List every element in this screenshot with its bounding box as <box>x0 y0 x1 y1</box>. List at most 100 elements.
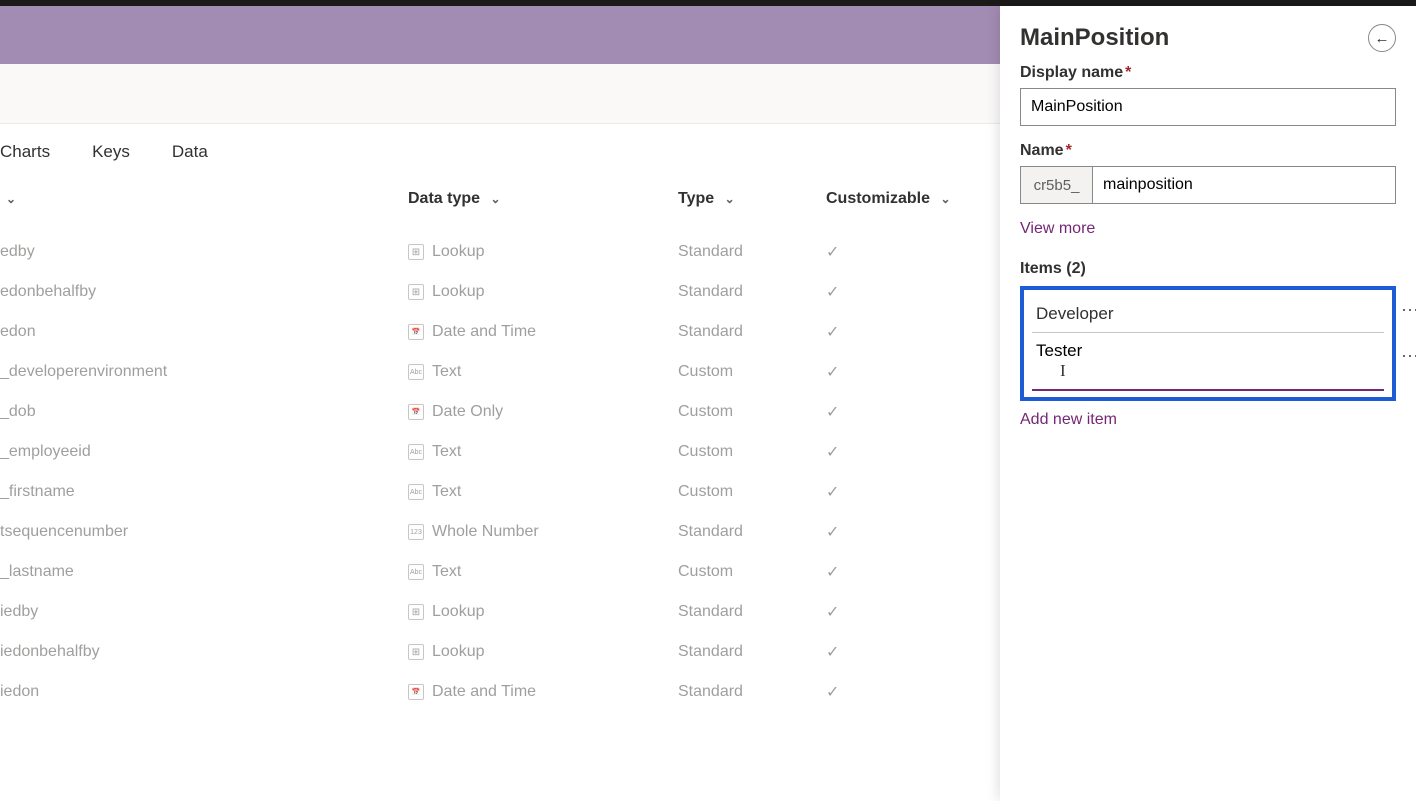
datatype-icon: Abc <box>408 484 424 500</box>
cell-type: Standard <box>678 683 826 701</box>
cell-datatype: ⊞Lookup <box>408 643 678 661</box>
choice-item-row[interactable]: Developer <box>1032 296 1384 333</box>
check-icon: ✓ <box>826 644 839 661</box>
back-button[interactable]: ← <box>1368 24 1396 52</box>
cell-datatype: 📅Date and Time <box>408 323 678 341</box>
cell-customizable: ✓ <box>826 282 966 302</box>
display-name-label: Display name* <box>1020 64 1396 82</box>
view-more-link[interactable]: View more <box>1020 220 1095 238</box>
cell-type: Custom <box>678 443 826 461</box>
check-icon: ✓ <box>826 604 839 621</box>
cell-type: Standard <box>678 283 826 301</box>
item-more-menu[interactable]: ⋯ <box>1401 300 1416 321</box>
datatype-icon: ⊞ <box>408 244 424 260</box>
check-icon: ✓ <box>826 524 839 541</box>
cell-customizable: ✓ <box>826 242 966 262</box>
datatype-icon: ⊞ <box>408 604 424 620</box>
name-label: Name* <box>1020 142 1396 160</box>
cell-datatype: AbcText <box>408 363 678 381</box>
check-icon: ✓ <box>826 484 839 501</box>
cell-datatype: ⊞Lookup <box>408 283 678 301</box>
column-header-name[interactable]: ⌄ <box>0 190 408 208</box>
cell-customizable: ✓ <box>826 682 966 702</box>
cell-datatype: 📅Date and Time <box>408 683 678 701</box>
check-icon: ✓ <box>826 324 839 341</box>
items-heading: Items (2) <box>1020 260 1396 278</box>
cell-name: edon <box>0 323 408 341</box>
cell-name: edby <box>0 243 408 261</box>
text-cursor-icon: I <box>1060 361 1066 380</box>
cell-name: _developerenvironment <box>0 363 408 381</box>
choice-item-row[interactable]: I <box>1032 333 1384 391</box>
cell-customizable: ✓ <box>826 362 966 382</box>
column-header-customizable[interactable]: Customizable ⌄ <box>826 190 966 208</box>
check-icon: ✓ <box>826 564 839 581</box>
cell-customizable: ✓ <box>826 402 966 422</box>
chevron-down-icon: ⌄ <box>6 192 16 206</box>
datatype-icon: Abc <box>408 444 424 460</box>
cell-name: iedby <box>0 603 408 621</box>
add-new-item-link[interactable]: Add new item <box>1020 411 1117 429</box>
arrow-left-icon: ← <box>1375 30 1390 47</box>
datatype-icon: 123 <box>408 524 424 540</box>
cell-name: _lastname <box>0 563 408 581</box>
cell-type: Custom <box>678 483 826 501</box>
cell-customizable: ✓ <box>826 642 966 662</box>
cell-type: Standard <box>678 243 826 261</box>
cell-name: _firstname <box>0 483 408 501</box>
name-input[interactable] <box>1092 166 1396 204</box>
column-header-type-label: Type <box>678 190 714 207</box>
cell-datatype: 123Whole Number <box>408 523 678 541</box>
choice-item-value: Developer <box>1036 304 1114 323</box>
cell-type: Custom <box>678 363 826 381</box>
datatype-icon: ⊞ <box>408 284 424 300</box>
cell-name: iedon <box>0 683 408 701</box>
cell-customizable: ✓ <box>826 522 966 542</box>
tab-data[interactable]: Data <box>172 142 208 162</box>
cell-datatype: ⊞Lookup <box>408 603 678 621</box>
check-icon: ✓ <box>826 284 839 301</box>
check-icon: ✓ <box>826 364 839 381</box>
cell-customizable: ✓ <box>826 322 966 342</box>
datatype-icon: 📅 <box>408 684 424 700</box>
cell-customizable: ✓ <box>826 482 966 502</box>
cell-customizable: ✓ <box>826 442 966 462</box>
choice-item-input[interactable] <box>1036 341 1380 361</box>
cell-type: Custom <box>678 403 826 421</box>
cell-type: Standard <box>678 643 826 661</box>
chevron-down-icon: ⌄ <box>490 192 500 206</box>
cell-datatype: ⊞Lookup <box>408 243 678 261</box>
display-name-input[interactable] <box>1020 88 1396 126</box>
column-header-datatype[interactable]: Data type ⌄ <box>408 190 678 208</box>
cell-name: _dob <box>0 403 408 421</box>
tab-keys[interactable]: Keys <box>92 142 130 162</box>
check-icon: ✓ <box>826 444 839 461</box>
choice-edit-panel: MainPosition ← Display name* Name* cr5b5… <box>1000 6 1416 801</box>
item-more-menu[interactable]: ⋯ <box>1401 346 1416 367</box>
check-icon: ✓ <box>826 404 839 421</box>
cell-name: edonbehalfby <box>0 283 408 301</box>
datatype-icon: 📅 <box>408 324 424 340</box>
column-header-datatype-label: Data type <box>408 190 480 207</box>
column-header-type[interactable]: Type ⌄ <box>678 190 826 208</box>
cell-datatype: AbcText <box>408 483 678 501</box>
cell-name: iedonbehalfby <box>0 643 408 661</box>
datatype-icon: Abc <box>408 564 424 580</box>
items-highlight-box: Developer I <box>1020 286 1396 401</box>
check-icon: ✓ <box>826 684 839 701</box>
cell-type: Standard <box>678 603 826 621</box>
name-prefix: cr5b5_ <box>1020 166 1092 204</box>
tab-charts[interactable]: Charts <box>0 142 50 162</box>
cell-datatype: AbcText <box>408 563 678 581</box>
cell-type: Custom <box>678 563 826 581</box>
cell-datatype: 📅Date Only <box>408 403 678 421</box>
datatype-icon: 📅 <box>408 404 424 420</box>
cell-type: Standard <box>678 323 826 341</box>
cell-name: _employeeid <box>0 443 408 461</box>
cell-customizable: ✓ <box>826 562 966 582</box>
chevron-down-icon: ⌄ <box>725 192 735 206</box>
panel-title: MainPosition <box>1020 24 1169 52</box>
column-header-customizable-label: Customizable <box>826 190 930 207</box>
datatype-icon: ⊞ <box>408 644 424 660</box>
cell-type: Standard <box>678 523 826 541</box>
